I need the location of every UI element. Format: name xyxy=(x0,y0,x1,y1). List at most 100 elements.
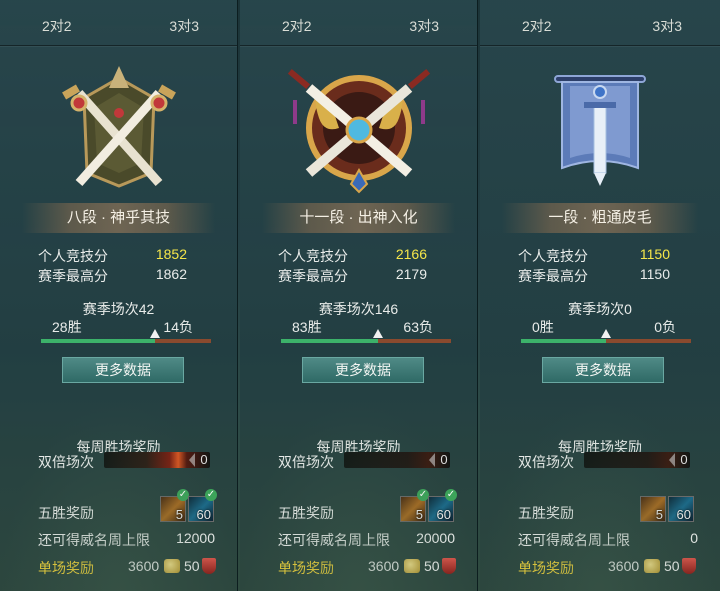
rank-title: 八段 · 神乎其技 xyxy=(22,203,215,233)
personal-score-value: 1852 xyxy=(155,246,187,262)
five-win-reward-label: 五胜奖励 xyxy=(518,505,574,521)
prestige-limit-value: 20000 xyxy=(416,530,455,546)
single-reward-coin: 3600 xyxy=(128,558,160,574)
season-best-label: 赛季最高分 xyxy=(518,268,588,284)
mode-tabs: 2对2 3对3 xyxy=(240,16,477,40)
double-games-label: 双倍场次 xyxy=(38,454,94,470)
reward-item-count: 60 xyxy=(196,507,211,522)
win-loss-row: 83胜 63负 xyxy=(240,317,477,337)
season-games: 赛季场次42 xyxy=(82,301,155,317)
prestige-limit-label: 还可得威名周上限 xyxy=(278,532,390,548)
reward-item-count: 5 xyxy=(655,507,663,522)
reward-item-feather[interactable]: 60 xyxy=(668,496,694,522)
reward-item-count: 60 xyxy=(676,507,691,522)
rank-title: 十一段 · 出神入化 xyxy=(262,203,455,233)
prestige-limit-label: 还可得威名周上限 xyxy=(38,532,150,548)
personal-score-label: 个人竞技分 xyxy=(278,248,348,264)
reward-item-count: 5 xyxy=(415,507,423,522)
wins-count: 83胜 xyxy=(292,319,322,335)
losses-count: 63负 xyxy=(403,319,433,335)
tab-divider xyxy=(480,45,720,46)
win-ratio-marker xyxy=(149,329,160,338)
coin-icon xyxy=(644,559,660,573)
single-reward-label: 单场奖励 xyxy=(38,560,94,576)
personal-score-value: 1150 xyxy=(639,246,670,262)
rank-title: 一段 · 粗通皮毛 xyxy=(502,203,698,233)
tab-2v2[interactable]: 2对2 xyxy=(42,16,72,36)
reward-item-count: 5 xyxy=(175,507,183,522)
wins-count: 0胜 xyxy=(532,319,554,335)
season-best-value: 2179 xyxy=(395,266,427,282)
single-reward-label: 单场奖励 xyxy=(278,560,334,576)
crossed-swords-dragon-emblem-icon xyxy=(287,68,430,194)
single-reward-shield: 50 xyxy=(184,558,200,574)
win-ratio-bar xyxy=(521,329,691,343)
prestige-limit-label: 还可得威名周上限 xyxy=(518,532,630,548)
prestige-limit-value: 12000 xyxy=(176,530,215,546)
reward-item-feather[interactable]: ✓ 60 xyxy=(428,489,457,522)
season-best-row: 赛季最高分 2179 xyxy=(278,266,437,286)
season-games: 赛季场次146 xyxy=(318,301,399,317)
tab-3v3[interactable]: 3对3 xyxy=(652,16,682,36)
season-best-value: 1862 xyxy=(155,266,187,282)
season-best-value: 1150 xyxy=(639,266,670,282)
season-games: 赛季场次0 xyxy=(568,301,632,317)
single-reward-shield: 50 xyxy=(664,558,680,574)
win-ratio-bar xyxy=(41,329,211,343)
prestige-limit-row: 还可得威名周上限 0 xyxy=(518,530,698,550)
check-icon: ✓ xyxy=(445,489,457,501)
reward-item-chest[interactable]: ✓ 5 xyxy=(160,489,189,522)
double-games-count: 0 xyxy=(669,451,693,469)
losses-count: 0负 xyxy=(654,319,676,335)
check-icon: ✓ xyxy=(205,489,217,501)
win-ratio-bar xyxy=(281,329,451,343)
personal-score-value: 2166 xyxy=(395,246,427,262)
tab-2v2[interactable]: 2对2 xyxy=(522,16,552,36)
season-best-row: 赛季最高分 1862 xyxy=(38,266,197,286)
wins-count: 28胜 xyxy=(52,319,82,335)
reward-item-chest[interactable]: 5 xyxy=(640,496,666,522)
more-data-button[interactable]: 更多数据 xyxy=(542,357,664,383)
tab-2v2[interactable]: 2对2 xyxy=(282,16,312,36)
season-best-label: 赛季最高分 xyxy=(38,268,108,284)
losses-count: 14负 xyxy=(163,319,193,335)
win-ratio-marker xyxy=(601,329,611,338)
single-reward-label: 单场奖励 xyxy=(518,560,574,576)
double-games-count: 0 xyxy=(429,451,453,469)
mode-tabs: 2对2 3对3 xyxy=(0,16,237,40)
more-data-button[interactable]: 更多数据 xyxy=(62,357,184,383)
win-loss-row: 28胜 14负 xyxy=(0,317,237,337)
win-ratio-fill xyxy=(281,339,378,343)
season-best-row: 赛季最高分 1150 xyxy=(518,266,680,286)
reward-item-count: 60 xyxy=(436,507,451,522)
personal-score-label: 个人竞技分 xyxy=(38,248,108,264)
win-ratio-marker xyxy=(372,329,383,338)
more-data-button[interactable]: 更多数据 xyxy=(302,357,424,383)
tab-divider xyxy=(240,45,477,46)
single-reward-coin: 3600 xyxy=(368,558,400,574)
reward-item-chest[interactable]: ✓ 5 xyxy=(400,489,429,522)
season-best-label: 赛季最高分 xyxy=(278,268,348,284)
tab-3v3[interactable]: 3对3 xyxy=(169,16,199,36)
arena-panel-3: 2对2 3对3 一段 · 粗通皮毛 个人竞技分 1150 赛季最高分 1150 … xyxy=(480,0,720,591)
prestige-limit-value: 0 xyxy=(690,530,698,546)
sword-banner-emblem-icon xyxy=(554,75,646,186)
win-ratio-fill xyxy=(41,339,155,343)
personal-score-label: 个人竞技分 xyxy=(518,248,588,264)
personal-score-row: 个人竞技分 1852 xyxy=(38,246,197,266)
personal-score-row: 个人竞技分 1150 xyxy=(518,246,680,266)
reward-item-feather[interactable]: ✓ 60 xyxy=(188,489,217,522)
mode-tabs: 2对2 3对3 xyxy=(480,16,720,40)
shield-icon xyxy=(442,558,456,574)
win-ratio-fill xyxy=(521,339,606,343)
tab-3v3[interactable]: 3对3 xyxy=(409,16,439,36)
single-reward-coin: 3600 xyxy=(608,558,640,574)
crossed-swords-banner-emblem-icon xyxy=(61,66,176,188)
coin-icon xyxy=(404,559,420,573)
win-loss-row: 0胜 0负 xyxy=(480,317,720,337)
double-games-label: 双倍场次 xyxy=(518,454,574,470)
prestige-limit-row: 还可得威名周上限 20000 xyxy=(278,530,455,550)
shield-icon xyxy=(202,558,216,574)
five-win-reward-label: 五胜奖励 xyxy=(278,505,334,521)
double-games-label: 双倍场次 xyxy=(278,454,334,470)
